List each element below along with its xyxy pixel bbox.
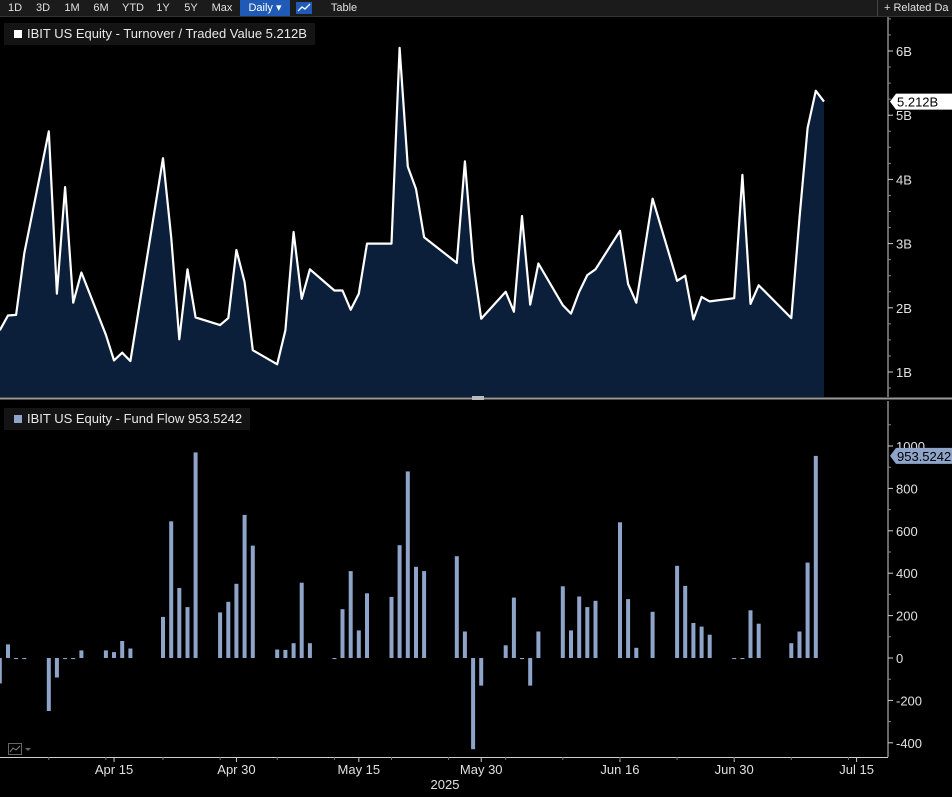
fund-flow-bar xyxy=(234,583,239,658)
fund-flow-bar xyxy=(797,631,802,658)
panel-divider-handle[interactable] xyxy=(472,396,484,400)
fund-flow-bar xyxy=(691,623,696,658)
fund-flow-bar xyxy=(71,658,76,660)
x-axis-year-label: 2025 xyxy=(431,777,460,792)
turnover-y-tick-label: 2B xyxy=(896,301,912,316)
fund-flow-bar xyxy=(0,658,2,684)
fund-flow-bar xyxy=(528,658,533,686)
fund-flow-bar xyxy=(732,658,737,660)
fund-flow-bar xyxy=(6,644,10,658)
fund-flow-bar xyxy=(675,565,680,658)
fund-flow-bar xyxy=(340,609,345,658)
fund-flow-bar xyxy=(365,593,369,658)
fund-flow-bar xyxy=(618,522,622,658)
fund-flow-bar xyxy=(250,545,255,658)
x-axis-tick-label: Jul 15 xyxy=(839,762,874,777)
fund-flow-y-tick-label: 800 xyxy=(896,481,918,496)
fund-flow-bar xyxy=(813,455,818,658)
fund-flow-bar xyxy=(479,658,484,686)
chart-type-menu-icon[interactable] xyxy=(8,742,32,755)
fund-flow-bar xyxy=(634,647,639,658)
turnover-area xyxy=(0,47,824,397)
chart-canvas: 1B2B3B4B5B6B5.212B-400-20002004006008001… xyxy=(0,17,952,792)
fund-flow-bar xyxy=(683,585,688,658)
chart-type-menu-glyph xyxy=(8,743,31,755)
fund-flow-bar xyxy=(748,610,753,658)
fund-flow-bar xyxy=(626,599,631,658)
fund-flow-bar xyxy=(348,571,353,658)
fund-flow-bar xyxy=(356,630,361,658)
fund-flow-bar xyxy=(283,649,288,658)
x-axis-tick-label: Apr 15 xyxy=(95,762,133,777)
fund-flow-bar xyxy=(585,607,590,658)
fund-flow-bar xyxy=(707,634,712,658)
fund-flow-bar xyxy=(577,596,582,658)
x-axis-tick-label: Jun 30 xyxy=(715,762,754,777)
fund-flow-bar xyxy=(454,556,459,658)
fund-flow-y-tick-label: 0 xyxy=(896,651,903,666)
fund-flow-bar xyxy=(54,658,59,678)
fund-flow-y-tick-label: -400 xyxy=(896,736,922,751)
fund-flow-bar xyxy=(569,630,573,658)
turnover-y-tick-label: 3B xyxy=(896,237,912,252)
x-axis-tick-label: May 30 xyxy=(460,762,503,777)
turnover-y-tick-label: 5B xyxy=(896,108,912,123)
fund-flow-bar xyxy=(422,571,427,658)
x-axis-tick-label: Jun 16 xyxy=(600,762,639,777)
fund-flow-y-tick-label: 600 xyxy=(896,524,918,539)
fund-flow-bar xyxy=(226,601,231,658)
fund-flow-bar xyxy=(63,658,68,660)
fund-flow-bar xyxy=(560,586,565,658)
x-axis-tick-label: Apr 30 xyxy=(217,762,255,777)
fund-flow-bar xyxy=(193,452,198,658)
fund-flow-bar xyxy=(112,652,116,658)
fund-flow-bar xyxy=(120,641,125,658)
fund-flow-y-tick-label: 400 xyxy=(896,566,918,581)
fund-flow-bar xyxy=(520,658,524,660)
fund-flow-bar xyxy=(789,643,794,658)
fund-flow-bar xyxy=(462,631,467,658)
turnover-y-tick-label: 1B xyxy=(896,365,912,380)
fund-flow-y-tick-label: 200 xyxy=(896,609,918,624)
fund-flow-bar xyxy=(291,643,296,658)
fund-flow-bar xyxy=(46,658,51,711)
turnover-last-value-label: 5.212B xyxy=(897,95,938,110)
fund-flow-bar xyxy=(593,600,598,658)
fund-flow-bar xyxy=(161,616,165,658)
fund-flow-bar xyxy=(389,596,394,658)
fund-flow-bar xyxy=(128,648,133,658)
fund-flow-bar xyxy=(79,650,84,658)
fund-flow-bar xyxy=(511,597,516,658)
fund-flow-bar xyxy=(299,582,304,658)
fund-flow-bar xyxy=(332,658,337,660)
fund-flow-bar xyxy=(503,645,508,658)
turnover-y-tick-label: 6B xyxy=(896,44,912,59)
fund-flow-bar xyxy=(275,649,280,658)
fund-flow-bar xyxy=(805,562,810,658)
fund-flow-bar xyxy=(405,471,410,658)
fund-flow-bar xyxy=(307,643,312,658)
turnover-y-tick-label: 4B xyxy=(896,172,912,187)
fund-flow-bar xyxy=(177,588,182,658)
fund-flow-bar xyxy=(14,658,19,660)
fund-flow-y-tick-label: -200 xyxy=(896,693,922,708)
fund-flow-bar xyxy=(471,658,476,750)
fund-flow-bar xyxy=(22,658,27,660)
fund-flow-bar xyxy=(397,545,402,658)
fund-flow-bar xyxy=(103,650,108,658)
fund-flow-bar xyxy=(756,623,761,658)
x-axis-tick-label: May 15 xyxy=(338,762,381,777)
fund-flow-bar xyxy=(699,626,704,658)
fund-flow-bar xyxy=(185,607,190,658)
fund-flow-bar xyxy=(650,611,655,658)
fund-flow-bar xyxy=(536,631,541,658)
fund-flow-bar xyxy=(414,566,418,658)
fund-flow-bar xyxy=(740,658,745,660)
fund-flow-last-value-label: 953.5242 xyxy=(897,449,951,464)
fund-flow-bar xyxy=(242,514,247,658)
fund-flow-bar xyxy=(218,612,223,658)
fund-flow-bar xyxy=(169,521,174,658)
